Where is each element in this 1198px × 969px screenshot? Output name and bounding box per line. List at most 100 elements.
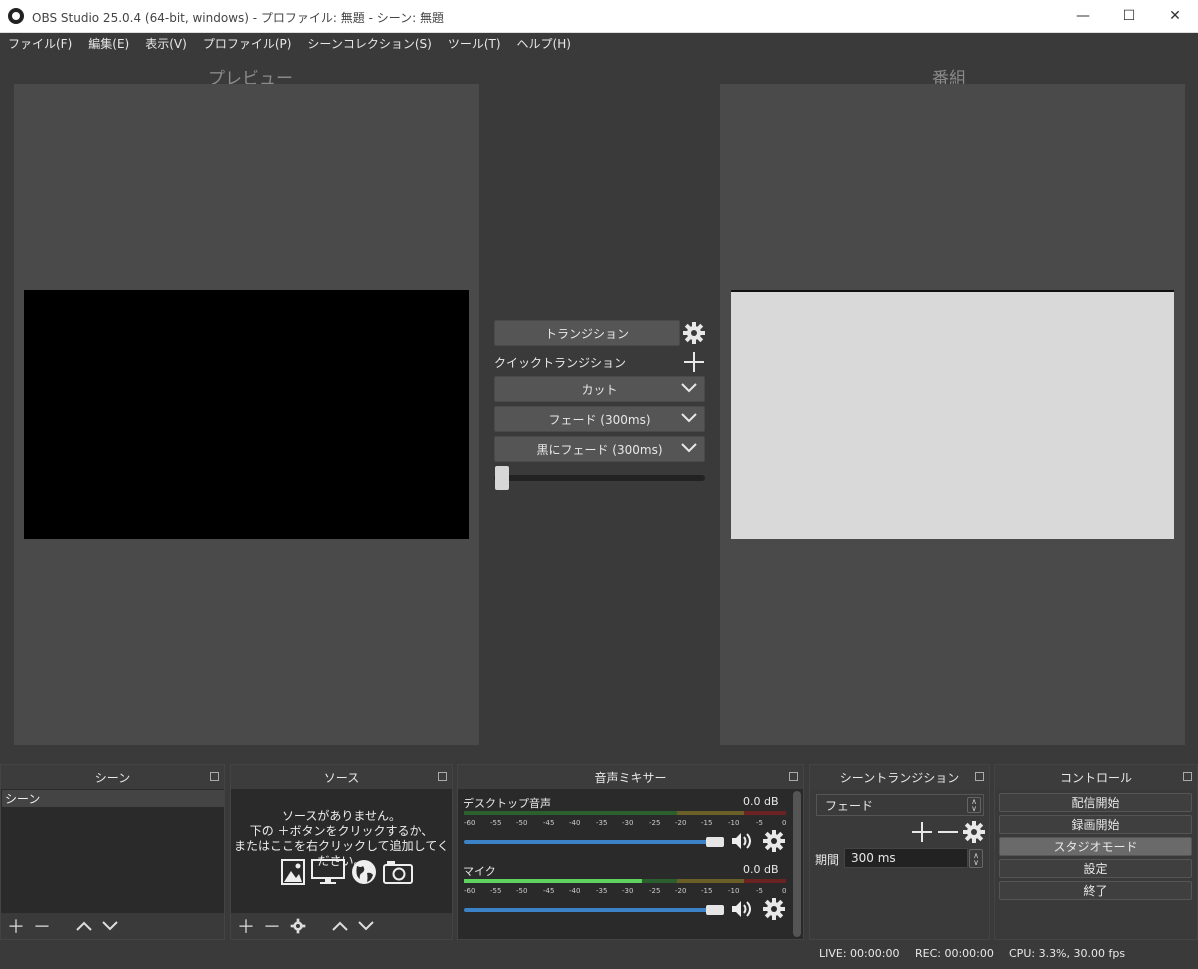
mixer-channel-mic-db: 0.0 dB: [743, 863, 779, 876]
scale-tick: -55: [490, 887, 502, 895]
remove-source-minus-icon[interactable]: －: [261, 915, 283, 938]
menu-tools[interactable]: ツール(T): [440, 33, 509, 53]
scale-tick: 0: [782, 887, 787, 895]
menu-profile[interactable]: プロファイル(P): [195, 33, 300, 53]
mixer-dock-title-text: 音声ミキサー: [594, 770, 667, 785]
exit-button[interactable]: 終了: [999, 881, 1192, 900]
window-title: OBS Studio 25.0.4 (64-bit, windows) - プロ…: [32, 11, 444, 25]
menu-help[interactable]: ヘルプ(H): [509, 33, 579, 53]
quick-transition-cut-button[interactable]: カット: [494, 376, 705, 402]
title-bar: OBS Studio 25.0.4 (64-bit, windows) - プロ…: [0, 0, 1198, 33]
maximize-button[interactable]: ☐: [1106, 0, 1152, 32]
quick-transition-label-fade: フェード (300ms): [548, 412, 651, 427]
scenes-dock-title: シーン: [1, 765, 224, 789]
duration-input[interactable]: 300 ms: [844, 848, 968, 868]
mixer-settings-gear-icon[interactable]: [762, 829, 786, 856]
studio-mode-button[interactable]: スタジオモード: [999, 837, 1192, 856]
mixer-scrollbar[interactable]: [793, 791, 801, 937]
menu-bar: ファイル(F) 編集(E) 表示(V) プロファイル(P) シーンコレクション(…: [0, 33, 1198, 53]
remove-scene-minus-icon[interactable]: －: [31, 915, 53, 938]
dock-float-icon[interactable]: [975, 772, 984, 781]
add-transition-plus-icon[interactable]: [910, 820, 934, 847]
add-source-plus-icon[interactable]: ＋: [235, 915, 257, 938]
chevron-down-icon[interactable]: [680, 381, 698, 395]
transition-select-value: フェード: [825, 798, 874, 813]
menu-scene-collection[interactable]: シーンコレクション(S): [299, 33, 439, 53]
start-recording-button[interactable]: 録画開始: [999, 815, 1192, 834]
speaker-icon[interactable]: [730, 899, 754, 922]
close-button[interactable]: ✕: [1152, 0, 1198, 32]
program-canvas[interactable]: [731, 290, 1174, 539]
dock-float-icon[interactable]: [1183, 772, 1192, 781]
duration-spinner-icon[interactable]: ∧ ∨: [969, 849, 983, 868]
controls-dock-title: コントロール: [995, 765, 1197, 789]
transition-button[interactable]: トランジション: [494, 320, 680, 346]
status-rec: REC: 00:00:00: [915, 947, 994, 960]
monitor-icon: [311, 859, 345, 884]
speaker-icon[interactable]: [730, 831, 754, 854]
scale-tick: -40: [569, 887, 581, 895]
remove-transition-minus-icon[interactable]: [936, 820, 960, 847]
transition-settings-gear-icon[interactable]: [682, 321, 706, 345]
menu-file[interactable]: ファイル(F): [0, 33, 80, 53]
move-down-chevron-icon[interactable]: [355, 915, 377, 937]
quick-transition-fade-button[interactable]: フェード (300ms): [494, 406, 705, 432]
mixer-settings-gear-icon[interactable]: [762, 897, 786, 924]
preview-canvas[interactable]: [24, 290, 469, 539]
minimize-button[interactable]: —: [1060, 0, 1106, 32]
scenes-dock-title-text: シーン: [94, 770, 131, 785]
dock-float-icon[interactable]: [789, 772, 798, 781]
menu-edit[interactable]: 編集(E): [80, 33, 137, 53]
volume-handle-desktop[interactable]: [706, 837, 724, 847]
mixer-channel-desktop-db: 0.0 dB: [743, 795, 779, 808]
select-updown-icon: ∧ ∨: [967, 797, 981, 813]
volume-slider-mic[interactable]: [464, 908, 718, 912]
tbar-handle[interactable]: [495, 466, 509, 490]
transition-select[interactable]: フェード ∧ ∨: [816, 794, 984, 816]
add-scene-plus-icon[interactable]: ＋: [5, 915, 27, 938]
scale-tick: -25: [649, 819, 661, 827]
transition-actions: [910, 820, 986, 847]
mixer-meter-desktop: [464, 811, 786, 815]
scale-tick: -50: [516, 887, 528, 895]
scale-tick: -5: [756, 887, 763, 895]
transition-properties-gear-icon[interactable]: [962, 820, 986, 847]
scene-transitions-title: シーントランジション: [810, 765, 989, 789]
status-cpu: CPU: 3.3%, 30.00 fps: [1009, 947, 1126, 960]
sources-dock-title-text: ソース: [323, 770, 360, 785]
dock-float-icon[interactable]: [438, 772, 447, 781]
scene-transitions-title-text: シーントランジション: [839, 770, 960, 785]
settings-button[interactable]: 設定: [999, 859, 1192, 878]
mixer-dock-title: 音声ミキサー: [458, 765, 803, 789]
source-properties-gear-icon[interactable]: [287, 915, 309, 937]
scene-list-item[interactable]: シーン: [2, 790, 224, 807]
scenes-toolbar: ＋ －: [1, 913, 224, 939]
mixer-scale-desktop: -60 -55 -50 -45 -40 -35 -30 -25 -20 -15 …: [464, 819, 786, 829]
mixer-meter-mic: [464, 879, 786, 883]
mixer-channel-mic-name: マイク: [463, 865, 496, 878]
menu-view[interactable]: 表示(V): [137, 33, 195, 53]
quick-transition-fade-black-button[interactable]: 黒にフェード (300ms): [494, 436, 705, 462]
add-quick-transition-plus-icon[interactable]: [682, 350, 706, 374]
scale-tick: -10: [728, 887, 740, 895]
scale-tick: -45: [543, 819, 555, 827]
source-type-icons: [281, 859, 413, 885]
volume-handle-mic[interactable]: [706, 905, 724, 915]
quick-transition-label: クイックトランジション: [494, 356, 627, 370]
sources-dock-title: ソース: [231, 765, 452, 789]
tbar-track[interactable]: [494, 475, 705, 481]
volume-slider-desktop[interactable]: [464, 840, 718, 844]
move-down-chevron-icon[interactable]: [99, 915, 121, 937]
dock-float-icon[interactable]: [210, 772, 219, 781]
chevron-down-icon[interactable]: [680, 411, 698, 425]
start-streaming-button[interactable]: 配信開始: [999, 793, 1192, 812]
globe-icon: [352, 860, 376, 884]
move-up-chevron-icon[interactable]: [73, 915, 95, 937]
move-up-chevron-icon[interactable]: [329, 915, 351, 937]
status-bar: LIVE: 00:00:00 REC: 00:00:00 CPU: 3.3%, …: [0, 941, 1198, 969]
obs-logo-icon: [8, 8, 24, 24]
scenes-dock: シーン シーン ＋ －: [0, 764, 225, 940]
scale-tick: -35: [596, 819, 608, 827]
chevron-down-icon[interactable]: [680, 441, 698, 455]
sources-empty-line1: ソースがありません。: [281, 809, 402, 823]
